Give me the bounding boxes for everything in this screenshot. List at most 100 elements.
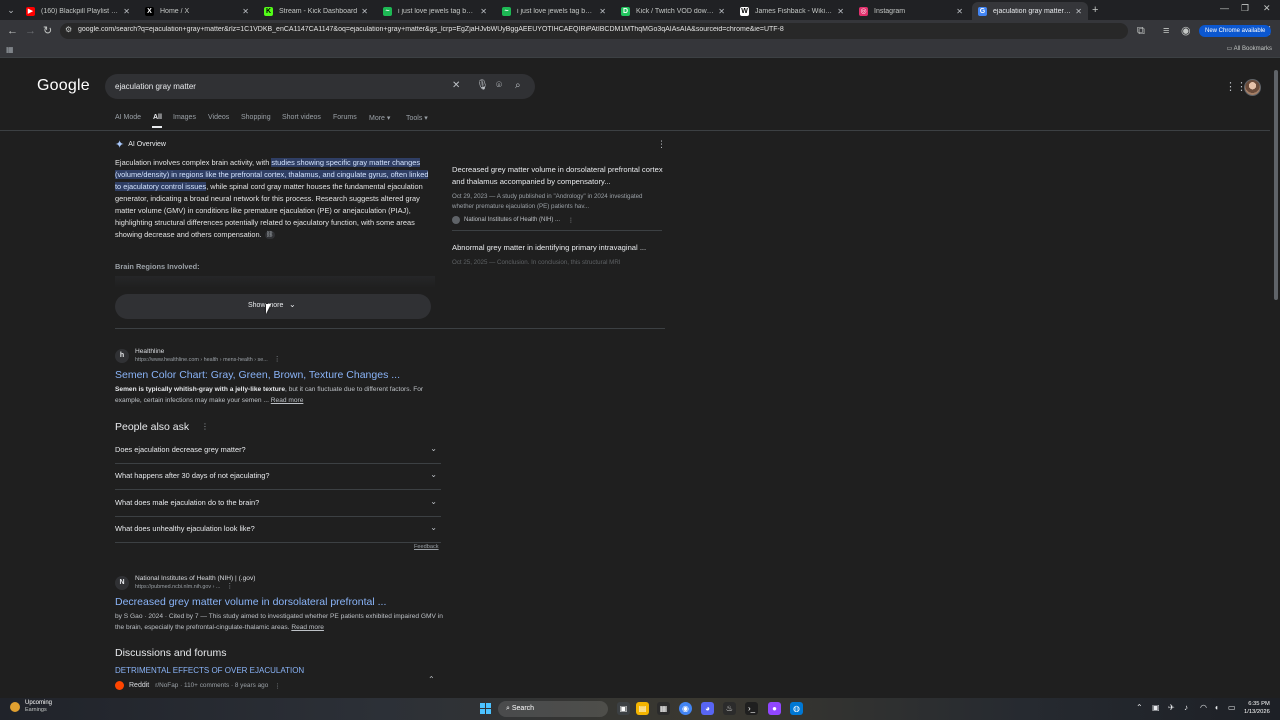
scrollbar-thumb[interactable] — [1274, 70, 1278, 300]
tab-more[interactable]: More ▾ — [369, 114, 390, 122]
tray-expand-icon[interactable]: ⌃ — [1136, 703, 1143, 712]
taskbar-widget[interactable]: Upcoming Earnings — [10, 700, 52, 714]
more-options-icon[interactable]: ⋮ — [226, 583, 233, 590]
steam-icon[interactable]: ♨ — [723, 702, 736, 715]
read-more-link[interactable]: Read more — [291, 624, 324, 631]
address-bar[interactable]: ⚙ google.com/search?q=ejaculation+gray+m… — [60, 23, 1128, 39]
more-options-icon[interactable]: ⋮ — [274, 356, 281, 363]
source-card[interactable]: Decreased grey matter volume in dorsolat… — [452, 164, 664, 224]
tab-all[interactable]: All — [153, 114, 162, 121]
task-view-icon[interactable]: ▣ — [617, 702, 630, 715]
tray-app-icon[interactable]: ▣ — [1152, 703, 1160, 712]
chevron-down-icon: ⌄ — [430, 523, 437, 532]
discord-icon[interactable]: ◕ — [701, 702, 714, 715]
tray-app-icon[interactable]: ✈ — [1168, 703, 1175, 712]
new-tab-icon[interactable]: + — [1092, 3, 1104, 17]
show-more-button[interactable]: Show more ⌄ — [115, 294, 431, 319]
audio-icon: ~ — [383, 6, 392, 16]
tab-forums[interactable]: Forums — [333, 114, 357, 121]
more-options-icon[interactable]: ⋮ — [568, 217, 574, 224]
tab-shopping[interactable]: Shopping — [241, 114, 271, 121]
media-icon[interactable]: ≡ — [1163, 24, 1169, 38]
close-tab-icon[interactable]: ✕ — [242, 7, 249, 16]
volume-icon[interactable]: ◖ — [1214, 703, 1219, 712]
profile-icon[interactable]: ◉ — [1181, 24, 1191, 38]
nih-favicon-icon — [452, 216, 460, 224]
browser-tab[interactable]: WJames Fishback - Wikipedia✕ — [734, 2, 850, 20]
back-icon[interactable]: ← — [7, 24, 18, 38]
link-chip-icon[interactable]: ⛓ — [264, 231, 275, 240]
taskbar-clock[interactable]: 6:35 PM 1/13/2026 — [1244, 700, 1270, 716]
reddit-icon — [115, 681, 124, 690]
paa-question[interactable]: Does ejaculation decrease grey matter? ⌄ — [115, 438, 441, 464]
paa-question[interactable]: What does male ejaculation do to the bra… — [115, 491, 441, 517]
tab-tools[interactable]: Tools ▾ — [406, 114, 428, 122]
chevron-up-icon[interactable]: ⌃ — [428, 675, 435, 684]
apps-icon[interactable]: ▦ — [6, 45, 14, 54]
close-tab-icon[interactable]: ✕ — [718, 7, 725, 16]
account-avatar[interactable] — [1244, 79, 1261, 96]
wifi-icon[interactable]: ◠ — [1200, 703, 1207, 712]
obs-icon[interactable]: ● — [768, 702, 781, 715]
paa-question[interactable]: What happens after 30 days of not ejacul… — [115, 464, 441, 490]
reload-icon[interactable]: ↻ — [43, 24, 52, 38]
chrome-icon[interactable]: ◉ — [679, 702, 692, 715]
terminal-icon[interactable]: ›_ — [745, 702, 758, 715]
browser-tab-active[interactable]: Gejaculation gray matter - Goog✕ — [972, 2, 1088, 20]
extensions-icon[interactable]: ⧉ — [1137, 24, 1145, 38]
close-tab-icon[interactable]: ✕ — [837, 7, 844, 16]
tab-images[interactable]: Images — [173, 114, 196, 121]
browser-tab[interactable]: DKick / Twitch VOD downloader✕ — [615, 2, 731, 20]
browser-tab[interactable]: ◎ Instagram ✕ — [853, 2, 969, 20]
tray-app-icon[interactable]: ♪ — [1184, 703, 1188, 712]
tab-ai-mode[interactable]: AI Mode — [115, 114, 141, 121]
windows-start-icon[interactable] — [480, 703, 491, 714]
forward-icon[interactable]: → — [25, 24, 36, 38]
close-window-icon[interactable]: ✕ — [1263, 3, 1271, 14]
browser-tab[interactable]: ~i just love jewels tag by money✕ — [377, 2, 493, 20]
section-divider — [115, 328, 665, 329]
browser-tab[interactable]: ▶(160) Blackpill Playlist to just bu✕ — [20, 2, 136, 20]
store-icon[interactable]: ▦ — [657, 702, 670, 715]
microphone-icon[interactable]: 🎙 — [476, 80, 489, 91]
taskbar-search[interactable]: ⌕ Search — [498, 701, 608, 717]
clear-icon[interactable]: ✕ — [452, 80, 460, 91]
more-options-icon[interactable]: ⋮ — [201, 422, 209, 431]
bookmarks-bar: ▦ ▭ All Bookmarks — [0, 42, 1280, 58]
tab-videos[interactable]: Videos — [208, 114, 229, 121]
tab-short-videos[interactable]: Short videos — [282, 114, 321, 121]
close-tab-icon[interactable]: ✕ — [599, 7, 606, 16]
camera-lens-icon[interactable]: ⌾ — [496, 80, 502, 91]
paa-question[interactable]: What does unhealthy ejaculation look lik… — [115, 517, 441, 543]
edge-icon[interactable]: ◍ — [790, 702, 803, 715]
file-explorer-icon[interactable]: ▤ — [636, 702, 649, 715]
new-chrome-available-button[interactable]: New Chrome available — [1199, 25, 1272, 37]
ai-overview-more-icon[interactable]: ⋮ — [657, 139, 666, 150]
close-tab-icon[interactable]: ✕ — [1075, 7, 1082, 16]
feedback-link[interactable]: Feedback — [414, 544, 439, 550]
chevron-down-icon: ⌄ — [430, 444, 437, 453]
google-logo[interactable]: Google — [37, 77, 90, 95]
all-bookmarks-button[interactable]: ▭ All Bookmarks — [1227, 45, 1272, 52]
site-info-icon[interactable]: ⚙ — [65, 25, 72, 34]
search-input[interactable]: ejaculation gray matter — [115, 82, 196, 91]
close-tab-icon[interactable]: ✕ — [361, 7, 368, 16]
close-tab-icon[interactable]: ✕ — [480, 7, 487, 16]
search-box[interactable]: ejaculation gray matter ✕ 🎙 ⌾ ⌕ — [105, 74, 535, 99]
close-tab-icon[interactable]: ✕ — [956, 7, 963, 16]
more-options-icon[interactable]: ⋮ — [274, 682, 280, 690]
maximize-icon[interactable]: ❐ — [1241, 3, 1249, 14]
source-card[interactable]: Abnormal grey matter in identifying prim… — [452, 242, 664, 278]
browser-tab[interactable]: K Stream - Kick Dashboard ✕ — [258, 2, 374, 20]
battery-icon[interactable]: ▭ — [1228, 703, 1236, 712]
tab-search-icon[interactable]: ⌄ — [4, 3, 18, 17]
read-more-link[interactable]: Read more — [271, 397, 304, 404]
browser-tab[interactable]: X Home / X ✕ — [139, 2, 255, 20]
browser-tab[interactable]: ~i just love jewels tag by money✕ — [496, 2, 612, 20]
result-title-link[interactable]: Decreased grey matter volume in dorsolat… — [115, 596, 445, 608]
close-tab-icon[interactable]: ✕ — [123, 7, 130, 16]
minimize-icon[interactable]: — — [1220, 3, 1229, 13]
result-title-link[interactable]: Semen Color Chart: Gray, Green, Brown, T… — [115, 369, 445, 381]
search-icon[interactable]: ⌕ — [515, 80, 521, 91]
discussion-link[interactable]: DETRIMENTAL EFFECTS OF OVER EJACULATION — [115, 666, 304, 675]
